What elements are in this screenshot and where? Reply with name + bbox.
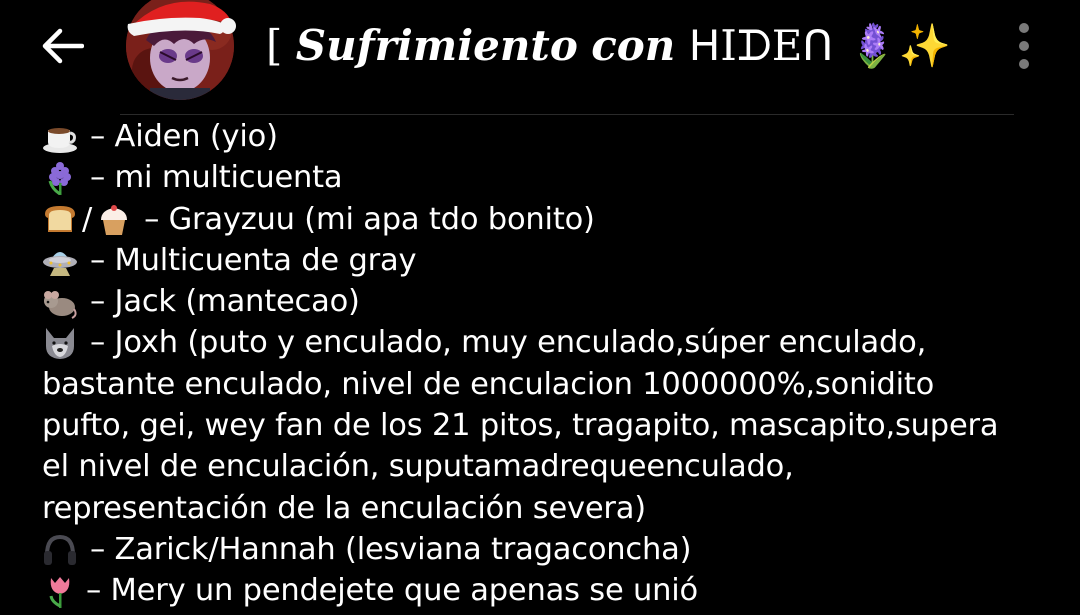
line-text: – Joxh (puto y enculado, muy enculado,sú… — [90, 325, 927, 361]
line-text: – Aiden (yio) — [90, 119, 278, 154]
title-word-con: con — [591, 21, 676, 70]
list-item: – Jack (mantecao) — [42, 281, 1042, 322]
line-text: pufto, gei, wey fan de los 21 pitos, tra… — [42, 408, 999, 444]
line-text: – Multicuenta de gray — [90, 242, 417, 278]
arrow-left-icon — [42, 28, 84, 64]
more-options-button[interactable] — [1002, 20, 1046, 72]
line-text: – Jack (mantecao) — [90, 284, 360, 320]
menu-dot — [1019, 59, 1029, 69]
rat-icon — [42, 285, 78, 319]
santa-hat-avatar — [126, 0, 236, 100]
list-item: – Aiden (yio) — [42, 116, 1042, 157]
line-text: – Zarick/Hannah (lesviana tragaconcha) — [90, 531, 692, 567]
line-text: representación de la enculación severa) — [42, 490, 646, 526]
cupcake-icon — [96, 202, 132, 236]
list-item: – Multicuenta de gray — [42, 240, 1042, 281]
line-text: – Grayzuu (mi apa tdo bonito) — [144, 201, 595, 237]
line-text: el nivel de enculación, suputamadrequeen… — [42, 449, 794, 485]
list-item-continuation: bastante enculado, nivel de enculacion 1… — [42, 364, 1042, 405]
list-item: / – Grayzuu (mi apa tdo bonito) — [42, 199, 1042, 240]
emoji-separator: / — [82, 201, 93, 237]
bread-icon — [42, 202, 78, 236]
line-text: – Mery un pendejete que apenas se unió — [86, 573, 699, 609]
title-bracket-open: [ — [266, 21, 296, 70]
wolf-icon — [42, 326, 78, 360]
back-button[interactable] — [36, 22, 88, 70]
chat-header: [ Sufrimiento con ᕼIᗪEᑎ 🪻✨ ]... — [0, 0, 1080, 115]
hyacinth-icon — [42, 161, 78, 195]
list-item-continuation: el nivel de enculación, suputamadrequeen… — [42, 446, 1042, 487]
list-item: – Zarick/Hannah (lesviana tragaconcha) — [42, 529, 1042, 570]
headphones-icon — [42, 533, 78, 567]
coffee-icon — [42, 120, 78, 154]
menu-dot — [1019, 41, 1029, 51]
chat-screen: [ Sufrimiento con ᕼIᗪEᑎ 🪻✨ ]... – Aiden … — [0, 0, 1080, 615]
avatar[interactable] — [124, 0, 236, 102]
header-divider — [120, 114, 1014, 115]
title-emoji: 🪻✨ — [846, 21, 952, 70]
list-item: – mi multicuenta — [42, 157, 1042, 198]
more-vertical-icon — [1019, 23, 1029, 33]
message-text: – Aiden (yio) – mi multicuenta / – Grayz… — [42, 116, 1042, 612]
list-item: – Joxh (puto y enculado, muy enculado,sú… — [42, 322, 1042, 363]
chat-title[interactable]: [ Sufrimiento con ᕼIᗪEᑎ 🪻✨ ]... — [266, 16, 966, 76]
line-text: bastante enculado, nivel de enculacion 1… — [42, 366, 935, 402]
tulip-icon — [42, 574, 78, 608]
list-item-continuation: representación de la enculación severa) — [42, 488, 1042, 529]
title-name: ᕼIᗪEᑎ — [688, 21, 834, 70]
ufo-icon — [42, 244, 78, 278]
line-text: – mi multicuenta — [90, 160, 343, 196]
title-word-sufrimiento: Sufrimiento — [295, 21, 578, 70]
title-bracket-close: ]... — [951, 21, 966, 70]
list-item-continuation: pufto, gei, wey fan de los 21 pitos, tra… — [42, 405, 1042, 446]
list-item: – Mery un pendejete que apenas se unió — [42, 570, 1042, 611]
